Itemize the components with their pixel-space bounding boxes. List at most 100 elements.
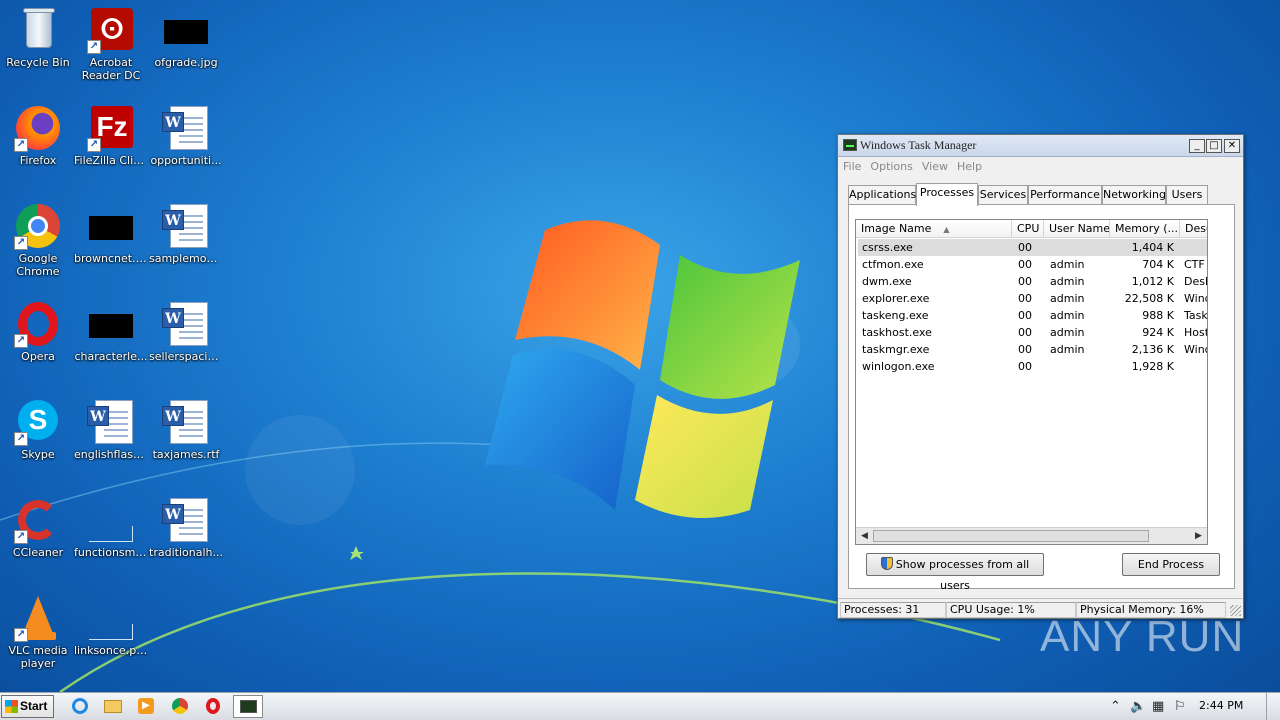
menu-view[interactable]: View xyxy=(917,157,952,173)
desktop-icon-linksonce[interactable]: linksonce.png xyxy=(73,590,149,682)
column-header-image-name[interactable]: Image Name ▲ xyxy=(856,220,1012,238)
word-document-icon: W xyxy=(162,300,210,348)
show-all-users-button[interactable]: Show processes from all users xyxy=(866,553,1044,592)
scroll-left-arrow-icon[interactable]: ◀ xyxy=(856,528,873,544)
column-header-cpu[interactable]: CPU xyxy=(1012,220,1044,238)
resize-grip-icon[interactable] xyxy=(1230,605,1241,616)
desktop-icon-label: VLC media xyxy=(8,644,68,657)
scrollbar-thumb[interactable] xyxy=(873,530,1149,542)
network-icon[interactable]: ▦ xyxy=(1152,699,1164,714)
clock[interactable]: 2:44 PM xyxy=(1199,699,1243,712)
process-memory-cell: 22,508 K xyxy=(1124,292,1174,305)
process-row[interactable]: explorer.exe 00 admin 22,508 K Wind xyxy=(858,290,1207,307)
desktop-icon-label: samplemove... xyxy=(149,252,224,265)
explorer-folder-icon[interactable] xyxy=(101,695,125,718)
desktop-icon-label: player xyxy=(20,657,56,670)
status-processes: Processes: 31 xyxy=(840,602,946,618)
tab-processes[interactable]: Processes xyxy=(916,183,978,206)
column-header-description[interactable]: Desc xyxy=(1180,220,1207,238)
process-row[interactable]: winlogon.exe 00 1,928 K xyxy=(858,358,1207,375)
process-row[interactable]: ctfmon.exe 00 admin 704 K CTF L xyxy=(858,256,1207,273)
process-row[interactable]: taskhost.exe 00 admin 924 K Host xyxy=(858,324,1207,341)
skype-icon: S ↗ xyxy=(14,398,62,446)
process-memory-cell: 988 K xyxy=(1142,309,1174,322)
desktop-icon-label: Acrobat xyxy=(89,56,133,69)
desktop-icon-englishflash[interactable]: W englishflash... xyxy=(73,394,149,486)
desktop-icon-filezilla[interactable]: Fz ↗ FileZilla Client xyxy=(73,100,149,192)
internet-explorer-icon[interactable] xyxy=(68,695,92,718)
media-player-icon[interactable]: ▶ xyxy=(134,695,158,718)
process-list[interactable]: Image Name ▲ CPU User Name Memory (... De… xyxy=(855,219,1208,545)
maximize-button[interactable]: □ xyxy=(1206,139,1222,153)
process-name-cell: ctfmon.exe xyxy=(862,258,924,271)
desktop-icon-functionsmi[interactable]: functionsmi... xyxy=(73,492,149,584)
chrome-icon[interactable] xyxy=(168,695,192,718)
shortcut-arrow-icon: ↗ xyxy=(14,236,28,250)
desktop-icon-ofgrade[interactable]: ofgrade.jpg xyxy=(148,2,224,94)
desktop-icon-skype[interactable]: S ↗ Skype xyxy=(0,394,76,486)
task-manager-icon[interactable] xyxy=(233,695,263,718)
scroll-right-arrow-icon[interactable]: ▶ xyxy=(1190,528,1207,544)
horizontal-scrollbar[interactable]: ◀ ▶ xyxy=(856,527,1207,544)
start-button[interactable]: Start xyxy=(1,695,54,718)
word-document-icon: W xyxy=(162,496,210,544)
desktop-icon-characterle[interactable]: characterle... xyxy=(73,296,149,388)
desktop-icon-google-chrome[interactable]: ↗ Google Chrome xyxy=(0,198,76,288)
desktop-icon-label: Opera xyxy=(21,350,55,363)
close-button[interactable]: ✕ xyxy=(1224,139,1240,153)
minimize-button[interactable]: _ xyxy=(1189,139,1205,153)
task-manager-icon xyxy=(843,139,857,151)
desktop-icon-opera[interactable]: ↗ Opera xyxy=(0,296,76,388)
desktop-icon-samplemove[interactable]: W samplemove... xyxy=(148,198,224,290)
desktop-icon-browncnet[interactable]: browncnet.jpg xyxy=(73,198,149,290)
show-desktop-button[interactable] xyxy=(1266,693,1280,720)
desktop-icon-label: Recycle Bin xyxy=(6,56,70,69)
menu-file[interactable]: File xyxy=(838,157,865,173)
desktop-icon-opportuniti[interactable]: W opportuniti... xyxy=(148,100,224,192)
menu-help[interactable]: Help xyxy=(952,157,986,173)
uac-shield-icon xyxy=(880,557,893,570)
process-memory-cell: 1,012 K xyxy=(1131,275,1174,288)
title-bar[interactable]: Windows Task Manager _ □ ✕ xyxy=(838,135,1243,157)
tab-networking[interactable]: Networking xyxy=(1102,185,1166,205)
shortcut-arrow-icon: ↗ xyxy=(87,138,101,152)
process-user-cell: admin xyxy=(1050,309,1085,322)
firefox-icon: ↗ xyxy=(14,104,62,152)
filezilla-icon: Fz ↗ xyxy=(87,104,135,152)
desktop-icon-label: sellerspacifi... xyxy=(149,350,224,363)
process-row[interactable]: dwm.exe 00 admin 1,012 K Desk xyxy=(858,273,1207,290)
column-header-memory[interactable]: Memory (... xyxy=(1110,220,1180,238)
process-row[interactable]: taskeng.exe 00 admin 988 K Task xyxy=(858,307,1207,324)
tab-users[interactable]: Users xyxy=(1166,185,1208,205)
opera-icon[interactable] xyxy=(201,695,225,718)
process-row[interactable]: csrss.exe 00 1,404 K xyxy=(858,239,1207,256)
desktop-icon-label: Skype xyxy=(21,448,55,461)
desktop-icon-vlc-media-player[interactable]: ↗ VLC media player xyxy=(0,590,76,682)
process-list-header: Image Name ▲ CPU User Name Memory (... De… xyxy=(856,220,1207,238)
action-center-flag-icon[interactable]: ⚐ xyxy=(1174,699,1186,714)
process-cpu-cell: 00 xyxy=(1018,309,1032,322)
desktop-icon-sellerspacifi[interactable]: W sellerspacifi... xyxy=(148,296,224,388)
tab-applications[interactable]: Applications xyxy=(848,185,916,205)
process-row[interactable]: taskmgr.exe 00 admin 2,136 K Wind xyxy=(858,341,1207,358)
desktop-icon-ccleaner[interactable]: ↗ CCleaner xyxy=(0,492,76,584)
menu-options[interactable]: Options xyxy=(865,157,916,173)
task-manager-window[interactable]: Windows Task Manager _ □ ✕ File Options Vi… xyxy=(837,134,1244,619)
shortcut-arrow-icon: ↗ xyxy=(14,628,28,642)
desktop-icon-recycle-bin[interactable]: Recycle Bin xyxy=(0,2,76,94)
desktop-icon-traditionalh[interactable]: W traditionalh... xyxy=(148,492,224,584)
end-process-button[interactable]: End Process xyxy=(1122,553,1220,576)
tab-performance[interactable]: Performance xyxy=(1028,185,1102,205)
desktop-icon-taxjames[interactable]: W taxjames.rtf xyxy=(148,394,224,486)
volume-icon[interactable]: 🔈 xyxy=(1130,699,1146,714)
desktop-icon-acrobat-reader[interactable]: ⵙ ↗ Acrobat Reader DC xyxy=(73,2,149,94)
show-hidden-icons-icon[interactable]: ⌃ xyxy=(1110,699,1121,714)
status-physical-memory: Physical Memory: 16% xyxy=(1076,602,1226,618)
system-tray: ⌃ 🔈 ▦ ⚐ 2:44 PM xyxy=(1102,693,1280,720)
tab-services[interactable]: Services xyxy=(978,185,1028,205)
process-desc-cell: Task xyxy=(1184,309,1208,322)
ccleaner-icon: ↗ xyxy=(14,496,62,544)
column-header-user-name[interactable]: User Name xyxy=(1044,220,1110,238)
desktop-icon-firefox[interactable]: ↗ Firefox xyxy=(0,100,76,192)
desktop-icon-label: characterle... xyxy=(74,350,148,363)
